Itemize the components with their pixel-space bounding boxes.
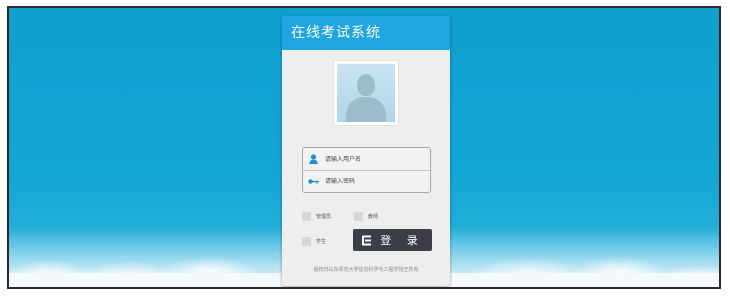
user-icon (307, 153, 319, 165)
role-label: 管理员 (316, 214, 332, 220)
login-button[interactable]: 登 录 (353, 229, 432, 251)
teacher-checkbox[interactable] (354, 212, 363, 221)
app-frame: 在线考试系统 请输入用户名 管理员 教师 学生 登 录 版权归山东师范大学信息科… (7, 6, 721, 289)
role-option-teacher[interactable]: 教师 (354, 212, 378, 221)
password-row (303, 170, 430, 192)
footer-copyright: 版权归山东师范大学信息科学与工程学院王所有 (313, 267, 419, 273)
login-icon (361, 235, 372, 246)
app-title: 在线考试系统 (282, 16, 450, 50)
user-silhouette-icon (337, 64, 395, 122)
credential-fields (302, 147, 431, 193)
login-card: 在线考试系统 请输入用户名 管理员 教师 学生 登 录 版权归山东师范大学信息科… (282, 16, 450, 286)
password-input[interactable] (325, 178, 421, 185)
avatar-placeholder (334, 61, 398, 125)
student-checkbox[interactable] (302, 237, 311, 246)
key-icon (307, 176, 319, 188)
role-label: 学生 (316, 239, 327, 245)
role-option-student[interactable]: 学生 (302, 237, 326, 246)
username-row (303, 148, 430, 170)
username-input[interactable] (325, 155, 421, 163)
login-button-label: 登 录 (380, 234, 424, 247)
role-option-admin[interactable]: 管理员 (302, 212, 331, 221)
admin-checkbox[interactable] (302, 212, 311, 221)
role-label: 教师 (368, 214, 379, 220)
